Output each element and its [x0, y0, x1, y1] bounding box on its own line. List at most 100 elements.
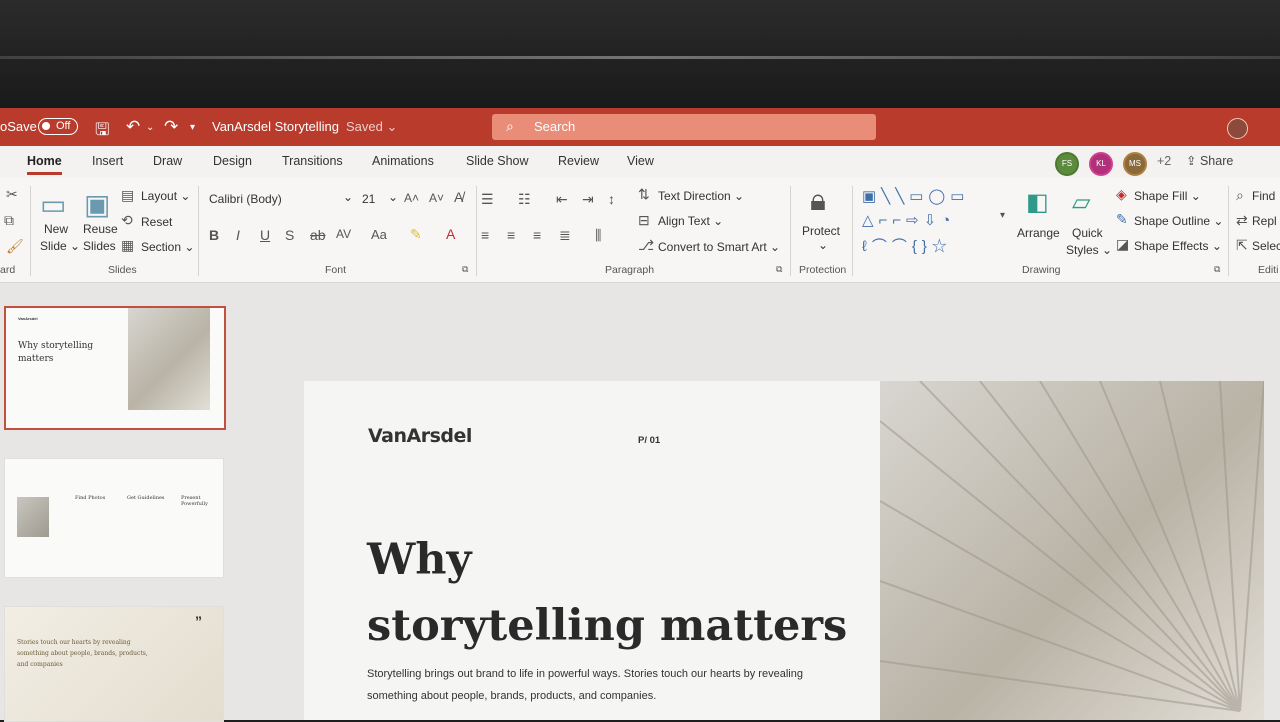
tab-draw[interactable]: Draw	[153, 154, 182, 168]
presence-more[interactable]: +2	[1157, 154, 1171, 168]
numbering-icon[interactable]: ☷	[518, 191, 531, 208]
presence-avatar[interactable]: KL	[1089, 152, 1113, 176]
shape-fill-button[interactable]: Shape Fill ⌄	[1134, 189, 1201, 203]
section-icon[interactable]: ▦	[121, 237, 134, 254]
font-size-dropdown-icon[interactable]: ⌄	[388, 190, 398, 204]
line-spacing-icon[interactable]: ↕	[608, 191, 615, 207]
font-color-icon[interactable]: A	[446, 226, 455, 242]
slide-photo[interactable]	[880, 381, 1264, 720]
new-slide-label[interactable]: New	[44, 222, 68, 236]
slide-thumbnail-1[interactable]: VanArsdel Why storytelling matters	[4, 306, 226, 430]
align-text-button[interactable]: Align Text ⌄	[658, 214, 723, 228]
tab-slide-show[interactable]: Slide Show	[466, 154, 529, 168]
tab-design[interactable]: Design	[213, 154, 252, 168]
shapes-more-icon[interactable]: ▾	[1000, 210, 1005, 221]
justify-icon[interactable]: ≣	[559, 227, 571, 244]
autosave-toggle[interactable]: Off	[38, 118, 78, 135]
reuse-slides-icon[interactable]: ▣	[84, 188, 110, 221]
arrange-button[interactable]: Arrange	[1017, 226, 1060, 240]
align-center-icon[interactable]: ≡	[507, 227, 515, 243]
reuse-slides-label[interactable]: Reuse	[83, 222, 118, 236]
underline-icon[interactable]: U	[260, 227, 270, 243]
decrease-indent-icon[interactable]: ⇤	[556, 191, 568, 208]
document-title[interactable]: VanArsdel Storytelling	[212, 119, 339, 134]
tab-insert[interactable]: Insert	[92, 154, 123, 168]
dialog-launcher-icon[interactable]: ⧉	[1214, 264, 1220, 275]
layout-icon[interactable]: ▤	[121, 187, 134, 204]
slide-thumbnail-3[interactable]: ” Stories touch our hearts by revealing …	[4, 606, 224, 722]
presence-avatar[interactable]: FS	[1055, 152, 1079, 176]
arrange-icon[interactable]: ◧	[1026, 188, 1049, 217]
slide-canvas[interactable]: VanArsdel P/ 01 Why storytelling matters…	[304, 381, 1264, 720]
layout-button[interactable]: Layout ⌄	[141, 189, 190, 203]
customize-qat-icon[interactable]: ▾	[190, 122, 195, 133]
clear-formatting-icon[interactable]: A̸	[454, 189, 463, 205]
find-icon[interactable]: ⌕	[1236, 187, 1244, 204]
share-button[interactable]: ⇪ Share	[1186, 153, 1233, 168]
quick-styles-icon[interactable]: ▱	[1072, 188, 1090, 217]
undo-icon[interactable]: ↶	[126, 117, 140, 137]
font-size-select[interactable]: 21	[362, 192, 375, 206]
font-family-select[interactable]: Calibri (Body)	[209, 192, 282, 206]
smartart-icon[interactable]: ⎇	[638, 237, 654, 254]
tab-review[interactable]: Review	[558, 154, 599, 168]
lock-icon[interactable]: 🔒︎	[810, 184, 826, 218]
shapes-gallery-row1[interactable]: ▣╲╲▭◯▭	[862, 187, 969, 205]
protect-button[interactable]: Protect	[802, 224, 840, 238]
align-right-icon[interactable]: ≡	[533, 227, 541, 243]
shapes-gallery-row2[interactable]: △⌐⌐⇨⇩◔	[862, 211, 955, 229]
redo-icon[interactable]: ↷	[164, 117, 178, 137]
grow-font-icon[interactable]: A˄	[404, 191, 419, 205]
bold-icon[interactable]: B	[209, 227, 219, 243]
reset-button[interactable]: Reset	[141, 215, 172, 229]
copy-icon[interactable]: ⧉	[4, 212, 14, 229]
reuse-slides-label[interactable]: Slides	[83, 239, 116, 253]
strikethrough-icon[interactable]: ab	[310, 227, 326, 243]
reset-icon[interactable]: ⟲	[121, 212, 133, 229]
italic-icon[interactable]: I	[236, 227, 240, 243]
shape-effects-button[interactable]: Shape Effects ⌄	[1134, 239, 1222, 253]
align-text-icon[interactable]: ⊟	[638, 212, 650, 229]
undo-dropdown-icon[interactable]: ⌄	[146, 122, 154, 133]
format-painter-icon[interactable]: 🖌	[6, 238, 24, 255]
slide-thumbnail-2[interactable]: Find Photos Get Guidelines Present Power…	[4, 458, 224, 578]
change-case-icon[interactable]: Aa	[371, 227, 387, 242]
quick-styles-button[interactable]: Styles ⌄	[1066, 243, 1112, 257]
tab-view[interactable]: View	[627, 154, 654, 168]
tab-animations[interactable]: Animations	[372, 154, 434, 168]
new-slide-label[interactable]: Slide ⌄	[40, 239, 80, 253]
dialog-launcher-icon[interactable]: ⧉	[776, 264, 782, 275]
shape-effects-icon[interactable]: ◪	[1116, 236, 1129, 253]
save-icon[interactable]: 🖫	[95, 117, 109, 146]
replace-button[interactable]: Repl	[1252, 214, 1277, 228]
replace-icon[interactable]: ⇄	[1236, 212, 1248, 229]
new-slide-icon[interactable]: ▭	[40, 188, 66, 221]
cut-icon[interactable]: ✂	[6, 186, 18, 203]
font-family-dropdown-icon[interactable]: ⌄	[343, 190, 353, 204]
convert-smartart-button[interactable]: Convert to Smart Art ⌄	[658, 240, 780, 254]
columns-icon[interactable]: ⫼	[595, 227, 601, 244]
highlight-icon[interactable]: ✎	[410, 226, 422, 243]
align-left-icon[interactable]: ≡	[481, 227, 489, 243]
select-icon[interactable]: ⇱	[1236, 237, 1248, 254]
quick-styles-button[interactable]: Quick	[1072, 226, 1103, 240]
shrink-font-icon[interactable]: A˅	[429, 191, 444, 205]
bullets-icon[interactable]: ☰	[481, 191, 494, 208]
search-box[interactable]: ⌕ Search	[492, 114, 876, 140]
text-direction-button[interactable]: Text Direction ⌄	[658, 189, 744, 203]
presence-avatar[interactable]: MS	[1123, 152, 1147, 176]
save-status[interactable]: Saved ⌄	[346, 119, 397, 135]
section-button[interactable]: Section ⌄	[141, 240, 194, 254]
shape-outline-icon[interactable]: ✎	[1116, 211, 1128, 228]
tab-home[interactable]: Home	[27, 154, 62, 175]
account-avatar[interactable]	[1227, 118, 1248, 139]
dialog-launcher-icon[interactable]: ⧉	[462, 264, 468, 275]
shape-outline-button[interactable]: Shape Outline ⌄	[1134, 214, 1223, 228]
text-direction-icon[interactable]: ⇅	[638, 186, 650, 203]
shadow-icon[interactable]: S	[285, 227, 294, 243]
shape-fill-icon[interactable]: ◈	[1116, 186, 1127, 203]
slide-headline[interactable]: Why storytelling matters	[367, 527, 847, 659]
character-spacing-icon[interactable]: AV	[336, 227, 351, 241]
find-button[interactable]: Find	[1252, 189, 1275, 203]
tab-transitions[interactable]: Transitions	[282, 154, 343, 168]
